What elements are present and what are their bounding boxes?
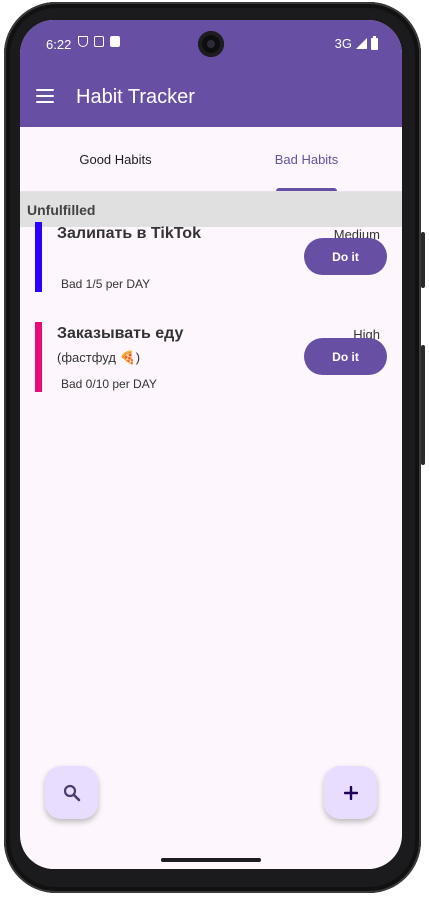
font-icon	[94, 36, 104, 47]
status-right: 3G	[334, 35, 378, 51]
add-habit-button[interactable]	[324, 766, 377, 819]
app-screen: 6:22 3G Habit Tracker Good Habits Bad Ha…	[20, 20, 402, 869]
sd-card-icon	[110, 36, 120, 47]
section-title: Unfulfilled	[27, 202, 96, 218]
search-button[interactable]	[45, 766, 98, 819]
habit-item[interactable]: Залипать в TikTok Medium Bad 1/5 per DAY…	[20, 222, 402, 302]
tab-bad-habits[interactable]: Bad Habits	[211, 127, 402, 191]
habit-name: Заказывать еду	[57, 325, 184, 342]
habit-frequency: Bad 1/5 per DAY	[61, 277, 151, 291]
habit-item[interactable]: Заказывать еду (фастфуд 🍕) High Bad 0/10…	[20, 322, 402, 402]
habit-color-bar	[35, 322, 42, 392]
camera-cutout	[198, 31, 224, 57]
menu-icon[interactable]	[36, 89, 54, 103]
habit-name: Залипать в TikTok	[57, 225, 201, 242]
notification-icons	[78, 36, 120, 47]
habit-color-bar	[35, 222, 42, 292]
habit-description: (фастфуд 🍕)	[57, 350, 141, 365]
tab-indicator	[276, 188, 337, 191]
habit-frequency: Bad 0/10 per DAY	[61, 377, 157, 391]
power-button	[421, 345, 425, 465]
app-title: Habit Tracker	[76, 86, 195, 108]
battery-icon	[371, 35, 378, 50]
shield-icon	[78, 36, 88, 47]
app-bar: 6:22 3G Habit Tracker	[20, 20, 402, 127]
tab-good-habits[interactable]: Good Habits	[20, 127, 211, 191]
add-icon	[343, 785, 358, 800]
network-type: 3G	[334, 36, 352, 51]
search-icon	[63, 784, 80, 801]
do-it-button[interactable]: Do it	[304, 238, 387, 275]
status-time: 6:22	[46, 37, 72, 52]
gesture-handle[interactable]	[161, 858, 261, 862]
volume-button	[421, 232, 425, 288]
signal-icon	[356, 38, 367, 49]
do-it-button[interactable]: Do it	[304, 338, 387, 375]
tab-bar: Good Habits Bad Habits	[20, 127, 402, 192]
